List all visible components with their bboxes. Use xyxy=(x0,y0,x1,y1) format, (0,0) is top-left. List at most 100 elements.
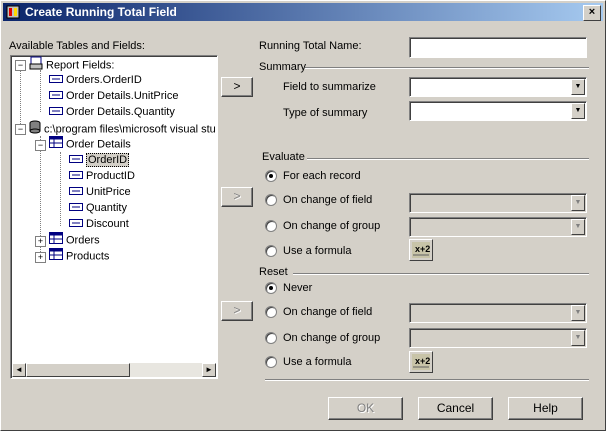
field-to-summarize-combo[interactable]: ▼ xyxy=(409,77,587,97)
reset-formula-button[interactable]: x+2 xyxy=(409,351,433,373)
tree-label: Order Details xyxy=(66,138,131,151)
reset-never-radio[interactable] xyxy=(265,282,277,294)
evaluate-option-label: On change of field xyxy=(283,194,373,206)
type-of-summary-label: Type of summary xyxy=(283,107,368,119)
field-icon xyxy=(69,216,83,232)
tree-label: UnitPrice xyxy=(86,186,131,198)
summary-divider xyxy=(305,67,589,69)
scroll-thumb[interactable] xyxy=(26,363,130,377)
reset-group-combo[interactable]: ▼ xyxy=(409,328,587,348)
reset-use-formula-radio[interactable] xyxy=(265,356,277,368)
tree-label: Order Details.Quantity xyxy=(66,106,175,118)
tree-label-selected: OrderID xyxy=(86,153,130,167)
evaluate-option-label: Use a formula xyxy=(283,245,352,257)
ok-button[interactable]: OK xyxy=(328,397,403,420)
tree-item-products[interactable]: Products xyxy=(49,248,109,264)
formula-editor-icon: x+2 xyxy=(412,354,430,370)
evaluate-option-label: For each record xyxy=(283,170,361,182)
collapse-order-details[interactable]: − xyxy=(35,140,46,151)
evaluate-formula-button[interactable]: x+2 xyxy=(409,239,433,261)
tree-label: Discount xyxy=(86,218,129,230)
report-icon xyxy=(29,56,43,75)
tree-item-unitprice[interactable]: UnitPrice xyxy=(69,184,131,200)
add-to-summary-button[interactable]: > xyxy=(221,77,253,97)
field-icon xyxy=(49,88,63,104)
tree-item-productid[interactable]: ProductID xyxy=(69,168,135,184)
summary-section-label: Summary xyxy=(259,61,307,73)
tree-item-orderid[interactable]: OrderID xyxy=(69,152,130,168)
close-button[interactable]: × xyxy=(583,5,601,21)
cancel-button[interactable]: Cancel xyxy=(418,397,493,420)
reset-section-label: Reset xyxy=(259,266,288,278)
reset-change-of-group-radio[interactable] xyxy=(265,332,277,344)
evaluate-change-of-field-radio[interactable] xyxy=(265,194,277,206)
dropdown-arrow-icon[interactable]: ▼ xyxy=(571,195,585,211)
tree-label: Orders xyxy=(66,234,100,247)
tree-item-database[interactable]: c:\program files\microsoft visual stu xyxy=(29,120,216,136)
bottom-divider xyxy=(265,379,589,381)
running-total-name-input[interactable] xyxy=(409,37,587,58)
help-button[interactable]: Help xyxy=(508,397,583,420)
reset-divider xyxy=(293,273,589,275)
dropdown-arrow-icon[interactable]: ▼ xyxy=(571,305,585,321)
table-icon xyxy=(49,248,63,265)
reset-field-combo[interactable]: ▼ xyxy=(409,303,587,323)
evaluate-for-each-record-radio[interactable] xyxy=(265,170,277,182)
evaluate-field-combo[interactable]: ▼ xyxy=(409,193,587,213)
tree-item-od-quantity[interactable]: Order Details.Quantity xyxy=(49,104,175,120)
database-icon xyxy=(29,120,41,139)
app-icon xyxy=(6,5,20,19)
tree-item-quantity[interactable]: Quantity xyxy=(69,200,127,216)
field-icon xyxy=(69,168,83,184)
evaluate-section-label: Evaluate xyxy=(262,151,305,163)
add-to-evaluate-button[interactable]: > xyxy=(221,187,253,207)
tree-horizontal-scrollbar[interactable]: ◄ ► xyxy=(12,363,216,377)
dropdown-arrow-icon[interactable]: ▼ xyxy=(571,219,585,235)
tree-label: Products xyxy=(66,250,110,263)
expand-products[interactable]: + xyxy=(35,252,46,263)
field-icon xyxy=(49,72,63,88)
tree-item-discount[interactable]: Discount xyxy=(69,216,129,232)
tree-label: Orders.OrderID xyxy=(66,74,142,86)
reset-option-label: On change of field xyxy=(283,306,373,318)
tree-label: c:\program files\microsoft visual stu xyxy=(44,123,216,136)
arrow-label: > xyxy=(233,79,241,93)
dialog-window: Create Running Total Field × Available T… xyxy=(0,0,606,431)
tree-item-orders-orderid[interactable]: Orders.OrderID xyxy=(49,72,142,88)
table-icon xyxy=(49,136,63,153)
tree-label: Quantity xyxy=(86,202,127,214)
scroll-right-button[interactable]: ► xyxy=(202,363,216,377)
table-icon xyxy=(49,232,63,249)
tree-item-order-details[interactable]: Order Details xyxy=(49,136,131,152)
collapse-database[interactable]: − xyxy=(15,124,26,135)
tree-item-od-unitprice[interactable]: Order Details.UnitPrice xyxy=(49,88,178,104)
title-bar[interactable]: Create Running Total Field × xyxy=(3,3,603,21)
dropdown-arrow-icon[interactable]: ▼ xyxy=(571,330,585,346)
expand-orders[interactable]: + xyxy=(35,236,46,247)
evaluate-group-combo[interactable]: ▼ xyxy=(409,217,587,237)
evaluate-option-label: On change of group xyxy=(283,220,381,232)
tree-item-orders[interactable]: Orders xyxy=(49,232,100,248)
arrow-left-icon: ◄ xyxy=(15,365,23,374)
dropdown-arrow-icon[interactable]: ▼ xyxy=(571,103,585,119)
reset-change-of-field-radio[interactable] xyxy=(265,306,277,318)
evaluate-change-of-group-radio[interactable] xyxy=(265,220,277,232)
evaluate-use-formula-radio[interactable] xyxy=(265,245,277,257)
reset-option-label: On change of group xyxy=(283,332,381,344)
field-icon xyxy=(69,152,83,168)
scroll-left-button[interactable]: ◄ xyxy=(12,363,26,377)
dropdown-arrow-icon[interactable]: ▼ xyxy=(571,79,585,95)
formula-editor-icon: x+2 xyxy=(412,242,430,258)
window-title: Create Running Total Field xyxy=(25,5,177,19)
fields-tree[interactable]: − Report Fields: Orders.OrderID Order De… xyxy=(10,55,218,379)
field-icon xyxy=(69,184,83,200)
type-of-summary-combo[interactable]: ▼ xyxy=(409,101,587,121)
arrow-right-icon: ► xyxy=(205,365,213,374)
tree-label: ProductID xyxy=(86,170,135,182)
collapse-report-fields[interactable]: − xyxy=(15,60,26,71)
reset-option-label: Never xyxy=(283,282,313,294)
add-to-reset-button[interactable]: > xyxy=(221,301,253,321)
arrow-label: > xyxy=(233,189,241,203)
tree-item-report-fields[interactable]: Report Fields: xyxy=(29,56,114,72)
field-icon xyxy=(49,104,63,120)
